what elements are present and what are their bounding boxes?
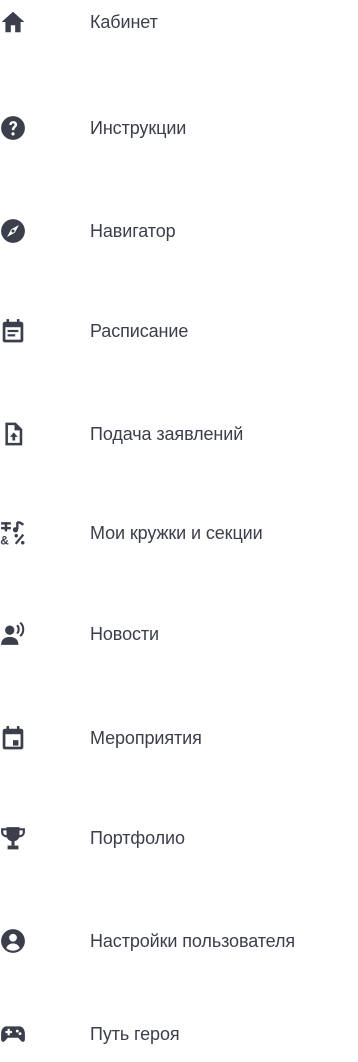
nav-item-applications[interactable]: Подача заявлений bbox=[0, 406, 358, 462]
svg-text:&: & bbox=[0, 533, 9, 546]
nav-item-label: Настройки пользователя bbox=[90, 931, 296, 951]
nav-item-label: Портфолио bbox=[90, 828, 185, 848]
sidebar-nav: Кабинет Инструкции Навигатор Расписание … bbox=[0, 0, 358, 1057]
nav-item-label: Мои кружки и секции bbox=[90, 523, 263, 543]
nav-item-user-settings[interactable]: Настройки пользователя bbox=[0, 913, 358, 969]
nav-item-label: Навигатор bbox=[90, 221, 176, 241]
nav-item-hero-path[interactable]: Путь героя bbox=[0, 1006, 358, 1062]
nav-item-label: Мероприятия bbox=[90, 728, 202, 748]
nav-item-label: Путь героя bbox=[90, 1024, 180, 1044]
gamepad-icon bbox=[0, 1021, 26, 1047]
nav-item-news[interactable]: Новости bbox=[0, 606, 358, 662]
nav-item-label: Кабинет bbox=[90, 12, 158, 32]
nav-item-schedule[interactable]: Расписание bbox=[0, 303, 358, 359]
nav-item-label: Инструкции bbox=[90, 118, 187, 138]
nav-item-events[interactable]: Мероприятия bbox=[0, 710, 358, 766]
symbols-icon: & bbox=[0, 520, 26, 546]
calendar-notes-icon bbox=[0, 318, 26, 344]
compass-icon bbox=[0, 218, 26, 244]
nav-item-cabinet[interactable]: Кабинет bbox=[0, 0, 358, 50]
calendar-event-icon bbox=[0, 725, 26, 751]
nav-item-my-clubs[interactable]: & Мои кружки и секции bbox=[0, 505, 358, 561]
nav-item-label: Расписание bbox=[90, 321, 189, 341]
person-broadcast-icon bbox=[0, 621, 26, 647]
nav-item-navigator[interactable]: Навигатор bbox=[0, 203, 358, 259]
home-icon bbox=[0, 9, 26, 35]
help-circle-icon bbox=[0, 115, 26, 141]
file-upload-icon bbox=[0, 421, 26, 447]
nav-item-instructions[interactable]: Инструкции bbox=[0, 100, 358, 156]
nav-item-portfolio[interactable]: Портфолио bbox=[0, 810, 358, 866]
account-circle-icon bbox=[0, 928, 26, 954]
nav-item-label: Новости bbox=[90, 624, 159, 644]
trophy-icon bbox=[0, 825, 26, 851]
nav-item-label: Подача заявлений bbox=[90, 424, 244, 444]
